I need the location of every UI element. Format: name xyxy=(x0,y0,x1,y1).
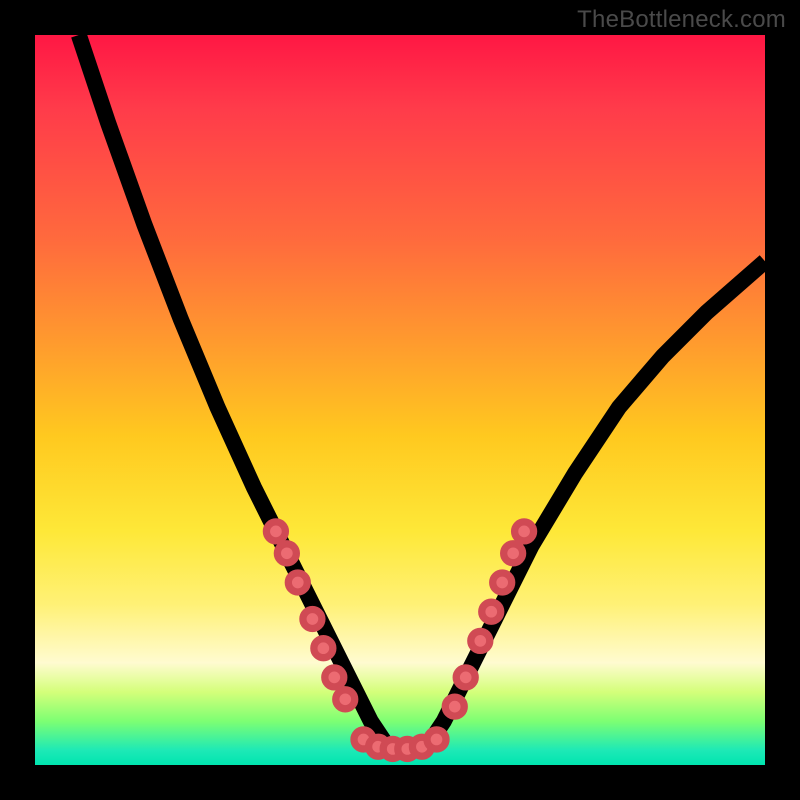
curve-marker-dot xyxy=(504,544,523,563)
curve-marker-dot xyxy=(277,544,296,563)
curve-marker-dot xyxy=(427,730,446,749)
curve-marker-dot xyxy=(445,697,464,716)
curve-marker-dot xyxy=(314,639,333,658)
chart-frame: TheBottleneck.com xyxy=(0,0,800,800)
bottleneck-curve xyxy=(79,35,765,750)
plot-svg xyxy=(35,35,765,765)
curve-marker-dot xyxy=(288,573,307,592)
curve-marker-dot xyxy=(515,522,534,541)
curve-marker-dot xyxy=(493,573,512,592)
curve-marker-dot xyxy=(336,690,355,709)
curve-markers xyxy=(266,522,533,759)
curve-marker-dot xyxy=(325,668,344,687)
curve-marker-dot xyxy=(482,602,501,621)
curve-marker-dot xyxy=(471,631,490,650)
watermark-label: TheBottleneck.com xyxy=(577,6,786,34)
curve-marker-dot xyxy=(456,668,475,687)
curve-marker-dot xyxy=(303,610,322,629)
bottleneck-plot xyxy=(35,35,765,765)
curve-marker-dot xyxy=(266,522,285,541)
